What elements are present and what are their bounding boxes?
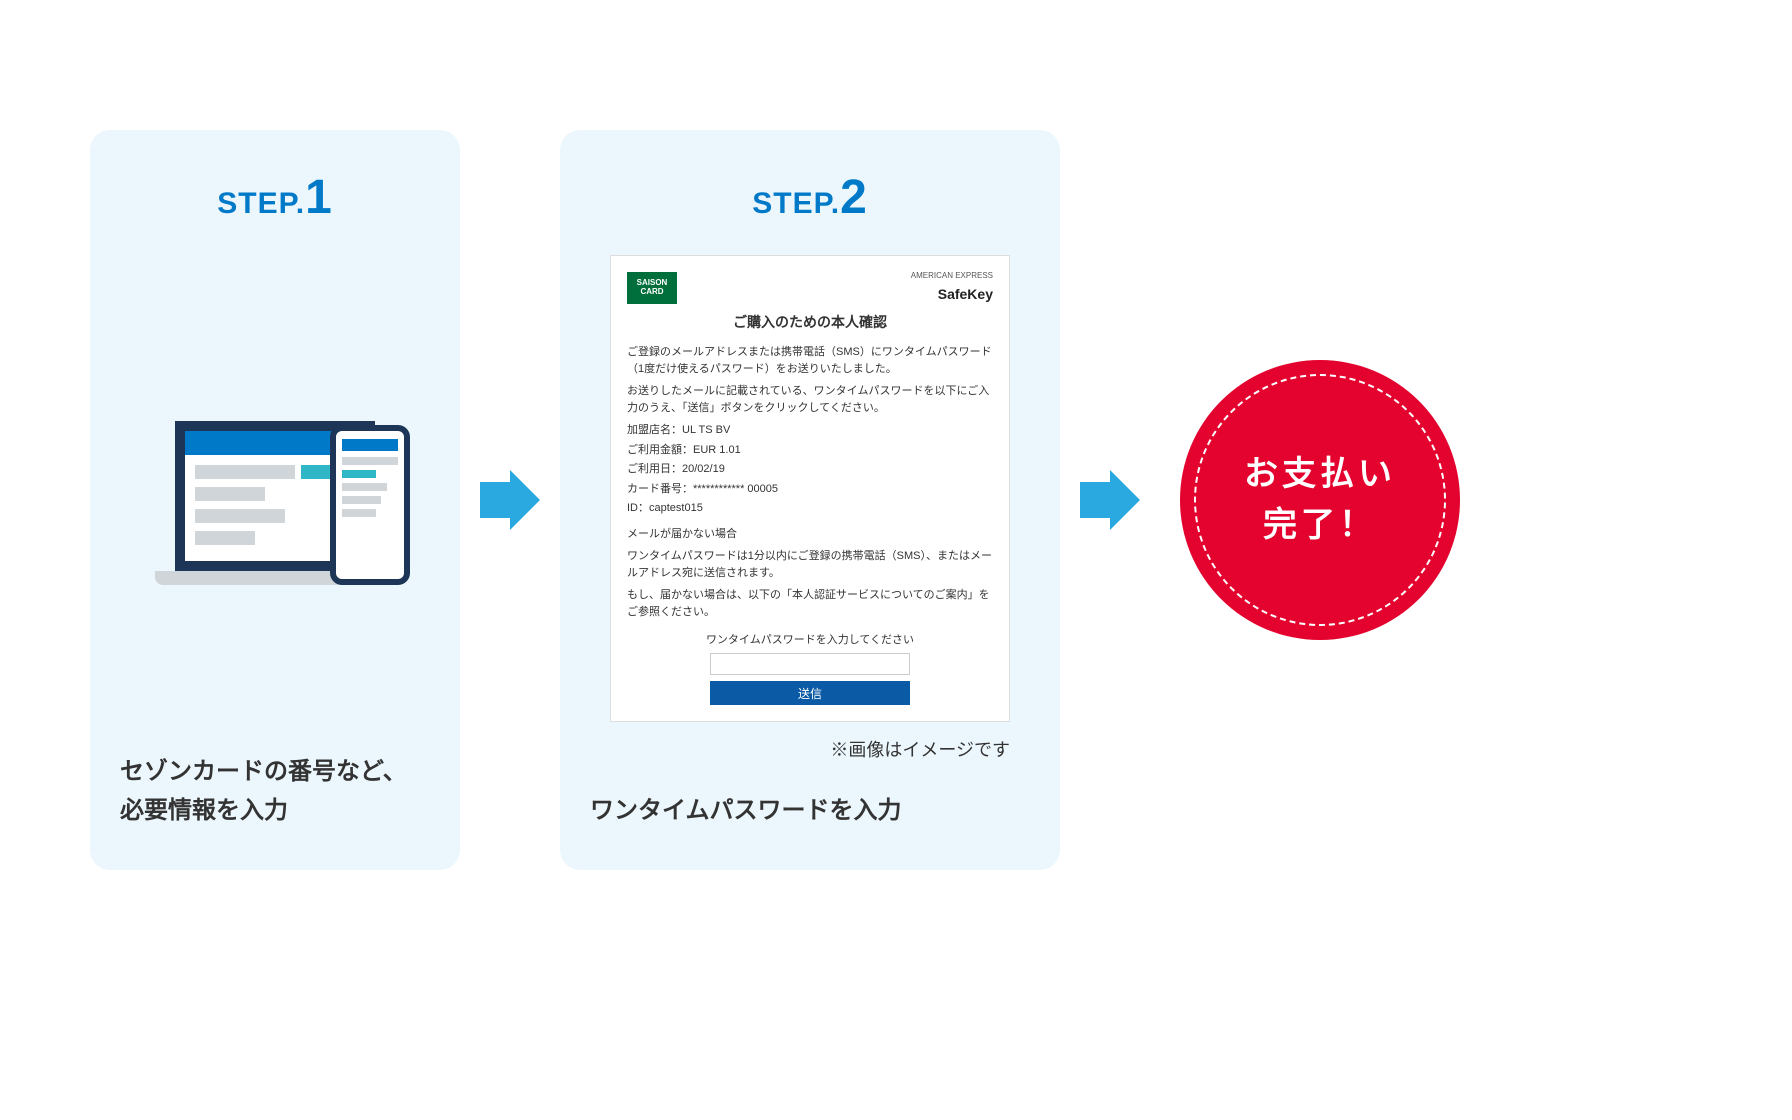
- nomail-heading: メールが届かない場合: [627, 526, 993, 544]
- badge-line2: 完了！: [1263, 500, 1377, 551]
- step2-number: 2: [840, 171, 868, 224]
- panel-text: お送りしたメールに記載されている、ワンタイムパスワードを以下にご入力のうえ、「送…: [627, 383, 993, 418]
- id: ID：captest015: [627, 500, 993, 518]
- merchant-name: 加盟店名：UL TS BV: [627, 422, 993, 440]
- step1-heading: STEP.1: [120, 170, 430, 225]
- amount: ご利用金額：EUR 1.01: [627, 442, 993, 460]
- devices-illustration: [120, 305, 430, 585]
- step1-description: セゾンカードの番号など、 必要情報を入力: [120, 753, 430, 830]
- image-note: ※画像はイメージです: [590, 736, 1010, 762]
- card-number: カード番号：************ 00005: [627, 481, 993, 499]
- panel-text: もし、届かない場合は、以下の「本人認証サービスについてのご案内」をご参照ください…: [627, 587, 993, 622]
- otp-input[interactable]: [710, 653, 910, 675]
- confirmation-panel: SAISONCARD AMERICAN EXPRESSSafeKey ご購入のた…: [610, 255, 1010, 722]
- safekey-logo: AMERICAN EXPRESSSafeKey: [911, 270, 993, 305]
- step2-card: STEP.2 SAISONCARD AMERICAN EXPRESSSafeKe…: [560, 130, 1060, 870]
- badge-line1: お支払い: [1244, 449, 1396, 500]
- arrow-icon: [480, 470, 540, 530]
- usage-date: ご利用日：20/02/19: [627, 461, 993, 479]
- step1-number: 1: [305, 171, 333, 224]
- panel-title: ご購入のための本人確認: [627, 311, 993, 333]
- step1-label: STEP.: [217, 187, 305, 220]
- step2-description: ワンタイムパスワードを入力: [590, 792, 1030, 830]
- phone-icon: [330, 425, 410, 585]
- payment-flow: STEP.1 セゾンカードの番号な: [90, 130, 1460, 870]
- payment-complete-badge: お支払い 完了！: [1180, 360, 1460, 640]
- saison-card-logo: SAISONCARD: [627, 272, 677, 304]
- panel-text: ご登録のメールアドレスまたは携帯電話（SMS）にワンタイムパスワード（1度だけ使…: [627, 344, 993, 379]
- panel-text: ワンタイムパスワードは1分以内にご登録の携帯電話（SMS）、またはメールアドレス…: [627, 548, 993, 583]
- step2-label: STEP.: [752, 187, 840, 220]
- send-button[interactable]: 送信: [710, 681, 910, 705]
- step2-heading: STEP.2: [590, 170, 1030, 225]
- arrow-icon: [1080, 470, 1140, 530]
- step1-card: STEP.1 セゾンカードの番号な: [90, 130, 460, 870]
- otp-label: ワンタイムパスワードを入力してください: [627, 632, 993, 650]
